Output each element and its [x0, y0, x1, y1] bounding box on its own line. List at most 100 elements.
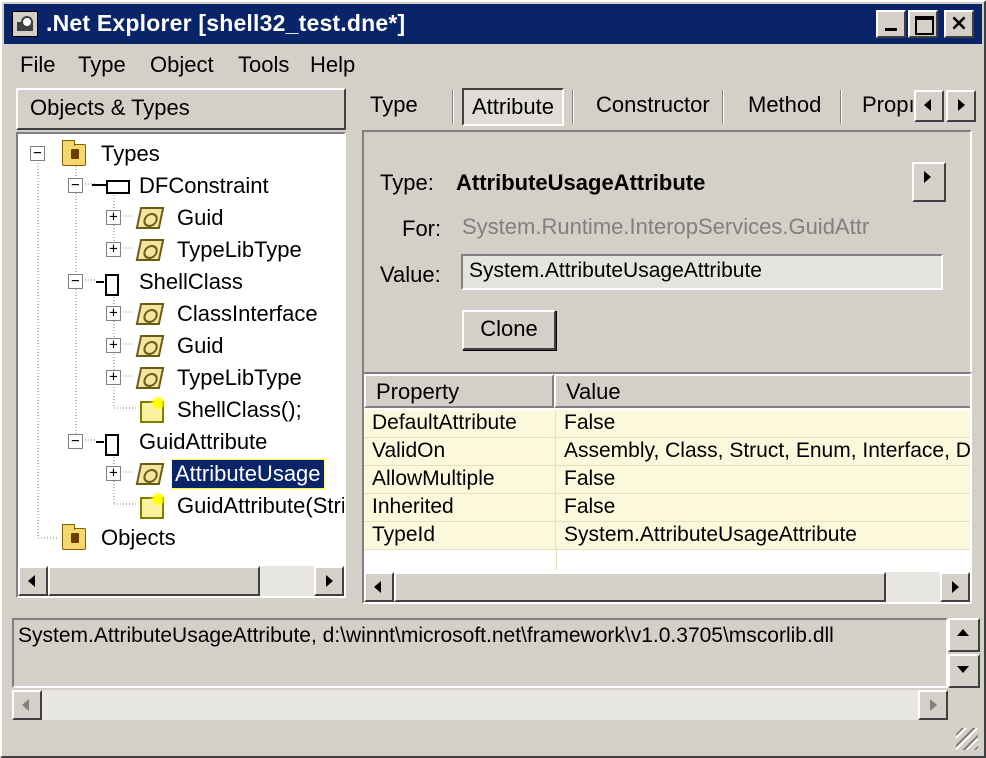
status-output[interactable]: System.AttributeUsageAttribute, d:\winnt… [12, 618, 948, 688]
tree-horizontal-scrollbar[interactable] [18, 566, 344, 596]
collapse-icon[interactable]: − [68, 434, 83, 449]
property-cell: DefaultAttribute [364, 410, 556, 438]
expand-icon[interactable]: + [106, 242, 121, 257]
for-label: For: [402, 216, 442, 241]
table-row[interactable]: Inherited False [364, 494, 970, 522]
tab-separator [722, 90, 724, 124]
scrollbar-thumb[interactable] [48, 566, 260, 596]
object-tree[interactable]: − Types − DFConstraint + Guid + TypeLibT… [16, 132, 346, 598]
window-title: .Net Explorer [shell32_test.dne*] [46, 10, 406, 36]
collapse-icon[interactable]: − [68, 274, 83, 289]
column-header-property[interactable]: Property [364, 374, 554, 408]
tab-properties[interactable]: Propı [854, 88, 914, 126]
expand-icon[interactable]: + [106, 306, 121, 321]
clone-button[interactable]: Clone [462, 310, 556, 350]
class-icon [96, 271, 119, 296]
tree-node-guid[interactable]: + Guid [18, 204, 344, 234]
scroll-up-arrow-icon[interactable] [948, 618, 980, 652]
table-row[interactable]: ValidOn Assembly, Class, Struct, Enum, I… [364, 438, 970, 466]
attribute-icon [135, 303, 165, 325]
tree-node-objects[interactable]: Objects [18, 524, 344, 554]
scroll-left-arrow-icon[interactable] [12, 690, 42, 720]
tab-type[interactable]: Type [362, 88, 426, 126]
property-cell: AllowMultiple [364, 466, 556, 494]
title-bar[interactable]: .Net Explorer [shell32_test.dne*] × [4, 4, 982, 44]
type-value: AttributeUsageAttribute [456, 170, 706, 195]
tab-constructor[interactable]: Constructor [588, 88, 718, 126]
folder-icon [62, 140, 86, 166]
attribute-icon [135, 239, 165, 261]
menu-tools[interactable]: Tools [238, 52, 289, 78]
tree-label: TypeLibType [177, 365, 302, 390]
value-field[interactable]: System.AttributeUsageAttribute [461, 254, 943, 290]
tree-node-guid[interactable]: + Guid [18, 332, 344, 362]
table-row[interactable]: TypeId System.AttributeUsageAttribute [364, 522, 970, 550]
app-window: .Net Explorer [shell32_test.dne*] × File… [0, 0, 986, 758]
tab-attribute[interactable]: Attribute [462, 88, 564, 126]
scroll-right-arrow-icon[interactable] [918, 690, 948, 720]
tab-separator [572, 90, 574, 124]
constructor-icon [140, 491, 166, 519]
status-horizontal-scrollbar[interactable] [12, 690, 948, 720]
tab-scroll-left-icon[interactable] [914, 90, 944, 122]
column-header-value[interactable]: Value [554, 374, 970, 408]
tree-label: ClassInterface [177, 301, 318, 326]
grid-horizontal-scrollbar[interactable] [364, 572, 970, 602]
resize-grip-icon[interactable] [956, 728, 978, 750]
scrollbar-thumb[interactable] [394, 572, 886, 602]
tab-scroll-right-icon[interactable] [946, 90, 976, 122]
table-row[interactable]: AllowMultiple False [364, 466, 970, 494]
tree-node-types[interactable]: − Types [18, 140, 344, 170]
constructor-icon [140, 395, 166, 423]
value-cell: False [556, 494, 970, 522]
tree-node-typelibtype[interactable]: + TypeLibType [18, 236, 344, 266]
tab-separator [840, 90, 842, 124]
table-row[interactable]: DefaultAttribute False [364, 410, 970, 438]
tree-label: ShellClass(); [177, 397, 302, 422]
for-value: System.Runtime.InteropServices.GuidAttr [462, 214, 870, 239]
attribute-icon [135, 463, 165, 485]
scroll-left-arrow-icon[interactable] [18, 566, 48, 596]
expand-icon[interactable]: + [106, 370, 121, 385]
tree-label: DFConstraint [139, 173, 269, 198]
property-cell: Inherited [364, 494, 556, 522]
tree-node-attributeusage[interactable]: + AttributeUsage [18, 459, 344, 490]
menu-type[interactable]: Type [78, 52, 126, 78]
tree-node-typelibtype[interactable]: + TypeLibType [18, 364, 344, 394]
value-cell: False [556, 466, 970, 494]
tree-label: GuidAttribute [139, 429, 268, 454]
collapse-icon[interactable]: − [68, 178, 83, 193]
collapse-icon[interactable]: − [30, 146, 45, 161]
menu-object[interactable]: Object [150, 52, 214, 78]
attribute-icon [135, 367, 165, 389]
tree-node-dfconstraint[interactable]: − DFConstraint [18, 172, 344, 202]
tree-node-shellclass[interactable]: − ShellClass [18, 268, 344, 298]
navigate-type-button[interactable] [912, 162, 946, 202]
tab-method[interactable]: Method [740, 88, 829, 126]
close-button[interactable]: × [944, 10, 974, 38]
property-grid[interactable]: Property Value DefaultAttribute False Va… [362, 372, 972, 604]
tree-node-classinterface[interactable]: + ClassInterface [18, 300, 344, 330]
tree-label: TypeLibType [177, 237, 302, 262]
tree-node-guidattribute-constructor[interactable]: GuidAttribute(Strir [18, 491, 346, 522]
expand-icon[interactable]: + [106, 210, 121, 225]
app-icon[interactable] [12, 11, 38, 37]
tree-node-guidattribute[interactable]: − GuidAttribute [18, 428, 344, 458]
tree-node-shellclass-constructor[interactable]: ShellClass(); [18, 395, 344, 426]
tree-label: Guid [177, 333, 224, 358]
scroll-right-arrow-icon[interactable] [314, 566, 344, 596]
tree-label-selected: AttributeUsage [171, 459, 325, 489]
folder-icon [62, 524, 86, 550]
expand-icon[interactable]: + [106, 338, 121, 353]
minimize-button[interactable] [876, 10, 906, 38]
field-icon [92, 175, 130, 197]
expand-icon[interactable]: + [106, 466, 121, 481]
tree-label: GuidAttribute(Strir [177, 493, 346, 518]
maximize-button[interactable] [908, 10, 938, 38]
scroll-down-arrow-icon[interactable] [948, 654, 980, 688]
menu-file[interactable]: File [20, 52, 55, 78]
scroll-right-arrow-icon[interactable] [940, 572, 970, 602]
scroll-left-arrow-icon[interactable] [364, 572, 394, 602]
tree-label: Objects [101, 525, 176, 550]
menu-help[interactable]: Help [310, 52, 355, 78]
